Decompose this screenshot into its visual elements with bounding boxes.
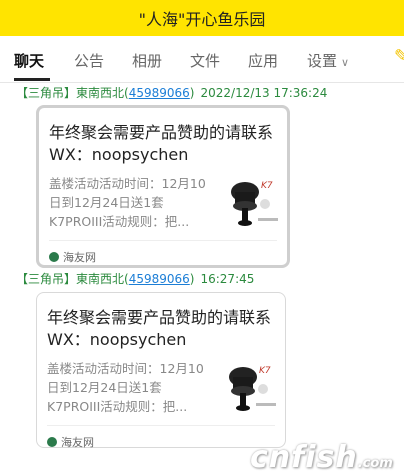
tab-bar: 聊天 公告 相册 文件 应用 设置 ∨ [0, 36, 404, 83]
share-card[interactable]: 年终聚会需要产品赞助的请联系WX：noopsychen 盖楼活动活动时间：12月… [36, 105, 290, 268]
source-logo-icon [49, 252, 59, 262]
card-description: 盖楼活动活动时间：12月10日到12月24日送1套K7PROIII活动规则：把.… [47, 361, 204, 414]
tab-apps[interactable]: 应用 [248, 50, 278, 71]
sender-name: 東南西北 [76, 86, 125, 100]
product-thumbnail-image: K7 [225, 174, 281, 230]
window-title-bar: "人海"开心鱼乐园 [0, 0, 404, 36]
tab-album[interactable]: 相册 [132, 50, 162, 71]
source-logo-icon [47, 437, 57, 447]
svg-text:K7: K7 [261, 181, 273, 191]
watermark-suffix: .com [357, 456, 393, 471]
card-source: 海友网 [49, 249, 96, 265]
sender-qq-link[interactable]: 45989066 [129, 86, 190, 100]
card-source-label: 海友网 [61, 436, 94, 449]
tab-files[interactable]: 文件 [190, 50, 220, 71]
tab-announcements[interactable]: 公告 [74, 50, 104, 71]
window-title: "人海"开心鱼乐园 [138, 10, 266, 29]
card-title: 年终聚会需要产品赞助的请联系WX：noopsychen [47, 308, 272, 349]
message-header: 【三角吊】東南西北(45989066) 2022/12/13 17:36:24 [16, 86, 328, 100]
svg-text:K7: K7 [259, 366, 271, 376]
sender-name: 東南西北 [76, 272, 125, 286]
product-thumbnail-image: K7 [223, 359, 279, 415]
card-source: 海友网 [47, 434, 94, 450]
watermark-text: cnfish [250, 440, 358, 475]
tab-chat[interactable]: 聊天 [14, 50, 44, 71]
share-card[interactable]: 年终聚会需要产品赞助的请联系WX：noopsychen 盖楼活动活动时间：12月… [36, 292, 286, 450]
message-time: 2022/12/13 17:36:24 [200, 86, 328, 100]
sender-tag: 【三角吊】 [16, 272, 77, 286]
card-title: 年终聚会需要产品赞助的请联系WX：noopsychen [49, 123, 274, 164]
card-description: 盖楼活动活动时间：12月10日到12月24日送1套K7PROIII活动规则：把.… [49, 176, 206, 229]
side-panel-icon[interactable]: ✎ [394, 46, 404, 68]
active-tab-indicator [14, 78, 50, 81]
chevron-down-icon: ∨ [341, 56, 350, 69]
sender-qq-link[interactable]: 45989066 [129, 272, 190, 286]
tab-settings[interactable]: 设置 ∨ [307, 50, 349, 71]
tab-settings-label: 设置 [307, 52, 338, 70]
card-source-label: 海友网 [63, 251, 96, 264]
sender-tag: 【三角吊】 [16, 86, 77, 100]
site-watermark: cnfish.com [250, 440, 393, 475]
message-time: 16:27:45 [200, 272, 255, 286]
card-divider [47, 425, 275, 426]
card-divider [49, 240, 277, 241]
message-header: 【三角吊】東南西北(45989066) 16:27:45 [16, 272, 255, 286]
